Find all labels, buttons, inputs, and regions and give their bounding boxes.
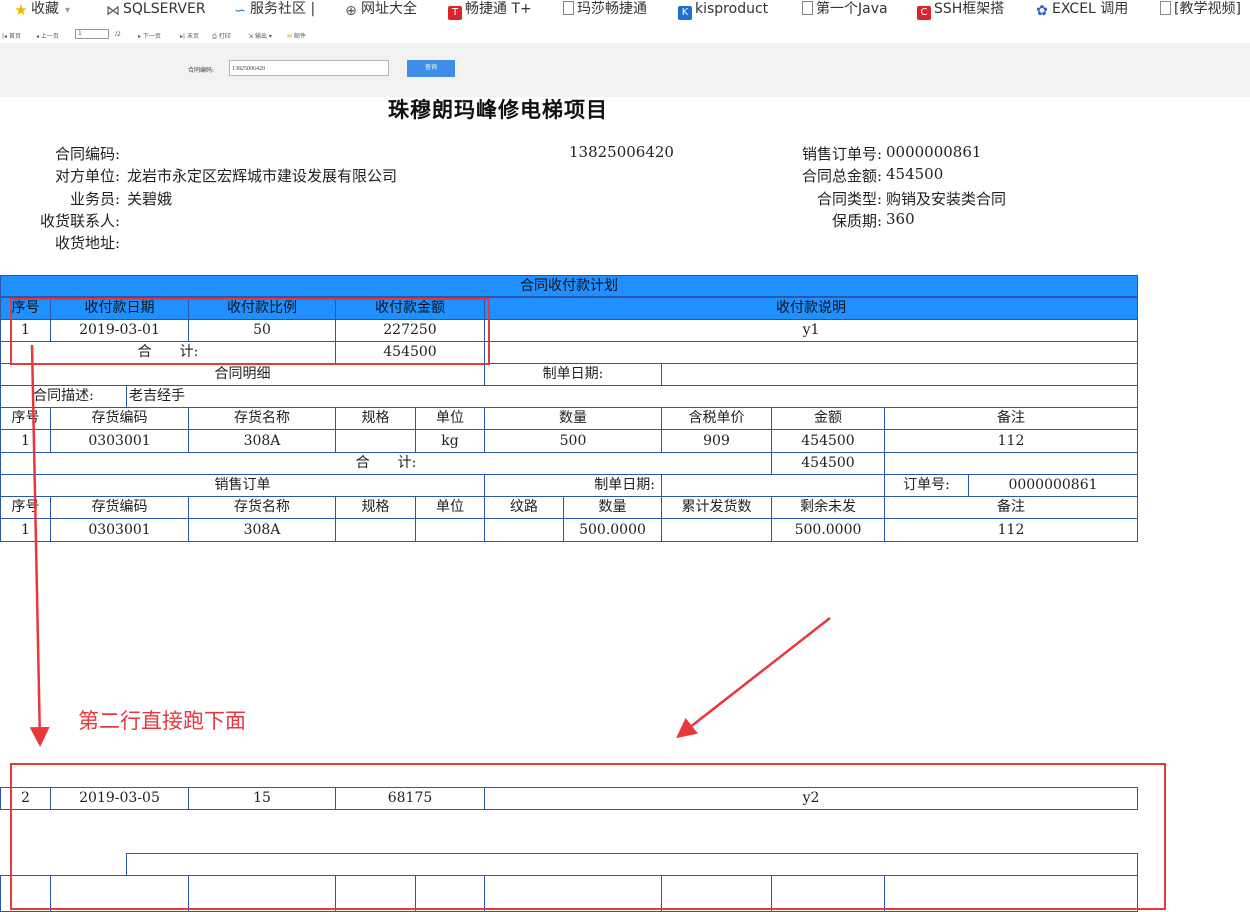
arrow-diagonal xyxy=(676,617,831,739)
annotation-arrows xyxy=(29,344,831,747)
arrow-down-left xyxy=(29,344,50,747)
